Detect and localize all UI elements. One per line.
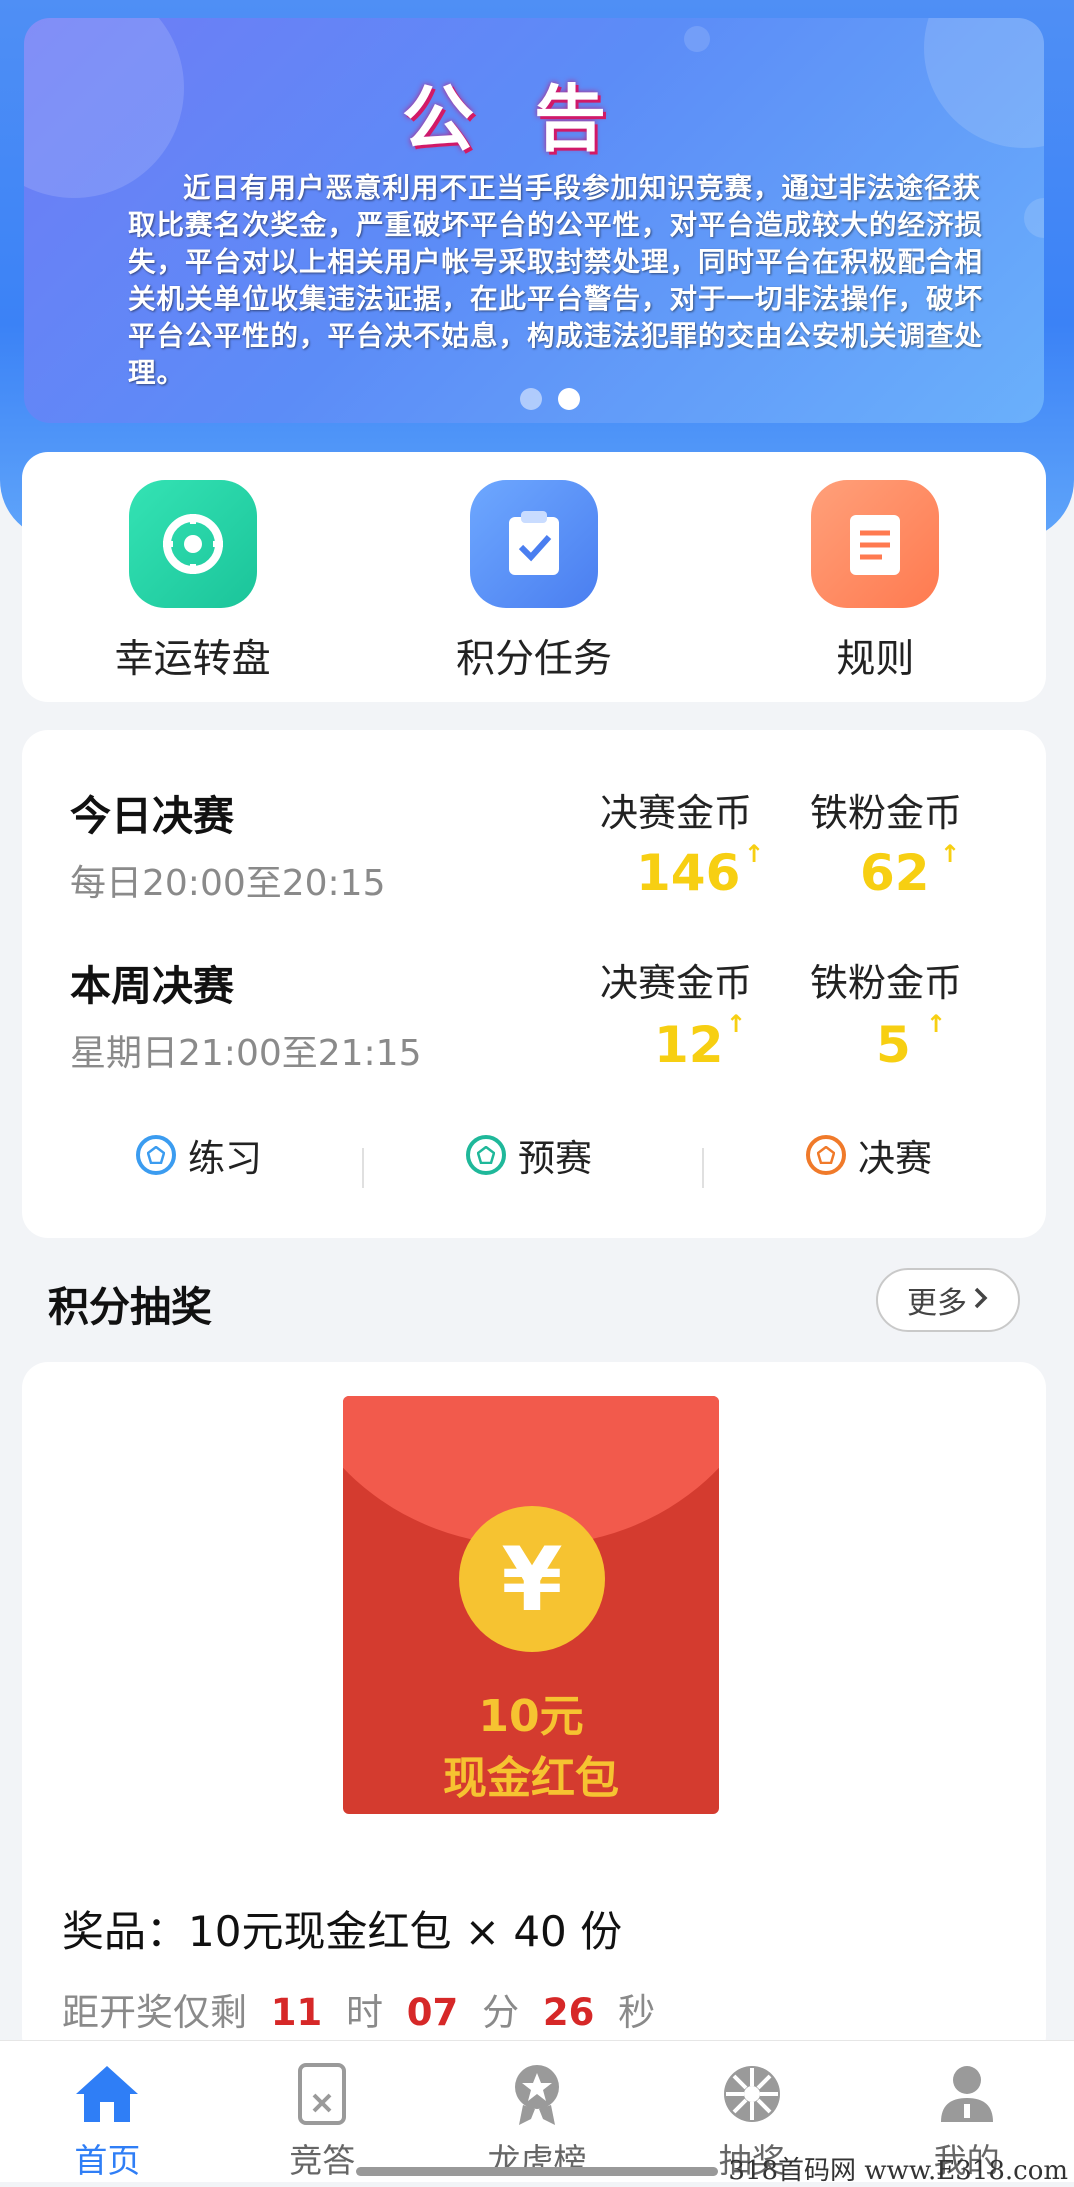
week-final-coins-label: 决赛金币 <box>600 961 753 1005</box>
announcement-banner[interactable]: 公告 近日有用户恶意利用不正当手段参加知识竞赛，通过非法途径获取比赛名次奖金，严… <box>24 18 1044 423</box>
feature-lucky-wheel[interactable]: 幸运转盘 <box>22 452 363 702</box>
nav-label: 竞答 <box>289 2141 356 2180</box>
today-final-coins-label: 决赛金币 <box>600 791 753 835</box>
announcement-title: 公告 <box>401 77 666 161</box>
feature-shortcuts: 幸运转盘 积分任务 规则 <box>22 452 1046 702</box>
pentagon-icon <box>806 1135 846 1175</box>
nav-label: 首页 <box>74 2141 141 2180</box>
tab-preliminary[interactable]: 预赛 <box>466 1128 592 1182</box>
tab-label: 练习 <box>188 1137 262 1180</box>
carousel-dots <box>520 388 580 410</box>
watermark: 318首码网 www.E318.com <box>728 2156 1068 2186</box>
divider <box>702 1148 704 1188</box>
week-final-coins: 12 <box>654 1016 724 1074</box>
red-envelope-image: ¥ 10元 现金红包 <box>343 1396 719 1814</box>
tab-final[interactable]: 决赛 <box>806 1128 932 1182</box>
envelope-caption: 现金红包 <box>443 1753 619 1804</box>
today-final-coins: 146 <box>636 844 741 902</box>
pentagon-icon <box>136 1135 176 1175</box>
quiz-card-icon <box>284 2059 360 2128</box>
week-fan-coins: 5 <box>876 1016 911 1074</box>
countdown-prefix: 距开奖仅剩 <box>62 1991 247 2034</box>
more-label: 更多 <box>907 1286 967 1321</box>
today-fan-coins: 62 <box>860 844 930 902</box>
carousel-dot-active[interactable] <box>558 388 580 410</box>
week-fan-coins-label: 铁粉金币 <box>810 961 963 1005</box>
countdown-seconds-unit: 秒 <box>618 1991 656 2034</box>
carousel-dot[interactable] <box>520 388 542 410</box>
pentagon-icon <box>466 1135 506 1175</box>
today-final-time: 每日20:00至20:15 <box>70 863 386 904</box>
more-button[interactable]: 更多 <box>876 1268 1020 1332</box>
nav-leaderboard[interactable]: 龙虎榜 <box>430 2041 645 2182</box>
week-final-title: 本周决赛 <box>70 962 234 1010</box>
countdown-hours-unit: 时 <box>346 1991 384 2034</box>
feature-points-task[interactable]: 积分任务 <box>363 452 704 702</box>
lottery-section-title: 积分抽奖 <box>48 1283 212 1331</box>
nav-home[interactable]: 首页 <box>0 2041 215 2182</box>
arrow-up-icon: ↑ <box>926 1010 947 1038</box>
wheel-icon <box>128 480 257 608</box>
feature-label: 积分任务 <box>455 637 612 682</box>
tab-label: 预赛 <box>518 1137 592 1180</box>
home-icon <box>69 2059 145 2128</box>
medal-icon <box>499 2059 575 2128</box>
divider <box>362 1148 364 1188</box>
finals-card: 今日决赛 每日20:00至20:15 决赛金币 铁粉金币 146 ↑ 62 ↑ … <box>22 730 1046 1238</box>
arrow-up-icon: ↑ <box>744 840 765 868</box>
envelope-amount: 10元 <box>478 1691 584 1742</box>
document-list-icon <box>811 480 940 608</box>
announcement-text: 近日有用户恶意利用不正当手段参加知识竞赛，通过非法途径获取比赛名次奖金，严重破坏… <box>128 172 983 389</box>
today-fan-coins-label: 铁粉金币 <box>810 791 963 835</box>
home-indicator[interactable] <box>356 2167 718 2176</box>
draw-countdown: 距开奖仅剩 11 时 07 分 26 秒 <box>62 1982 655 2036</box>
lottery-wheel-icon <box>714 2059 790 2128</box>
countdown-minutes-unit: 分 <box>482 1991 520 2034</box>
week-final-time: 星期日21:00至21:15 <box>70 1033 422 1074</box>
feature-rules[interactable]: 规则 <box>705 452 1046 702</box>
arrow-up-icon: ↑ <box>726 1010 747 1038</box>
prize-name: 奖品：10元现金红包 × 40 份 <box>62 1907 623 1956</box>
clipboard-check-icon <box>469 480 598 608</box>
countdown-hours: 11 <box>270 1991 323 2034</box>
countdown-seconds: 26 <box>542 1991 595 2034</box>
chevron-right-icon <box>973 1283 989 1318</box>
feature-label: 规则 <box>836 637 915 682</box>
countdown-minutes: 07 <box>406 1991 459 2034</box>
arrow-up-icon: ↑ <box>940 840 961 868</box>
nav-quiz[interactable]: 竞答 <box>215 2041 430 2182</box>
yuan-coin-icon: ¥ <box>459 1506 605 1652</box>
tab-practice[interactable]: 练习 <box>136 1128 262 1182</box>
profile-icon <box>929 2059 1005 2128</box>
tab-label: 决赛 <box>858 1137 932 1180</box>
today-final-title: 今日决赛 <box>70 792 234 840</box>
feature-label: 幸运转盘 <box>114 637 271 682</box>
